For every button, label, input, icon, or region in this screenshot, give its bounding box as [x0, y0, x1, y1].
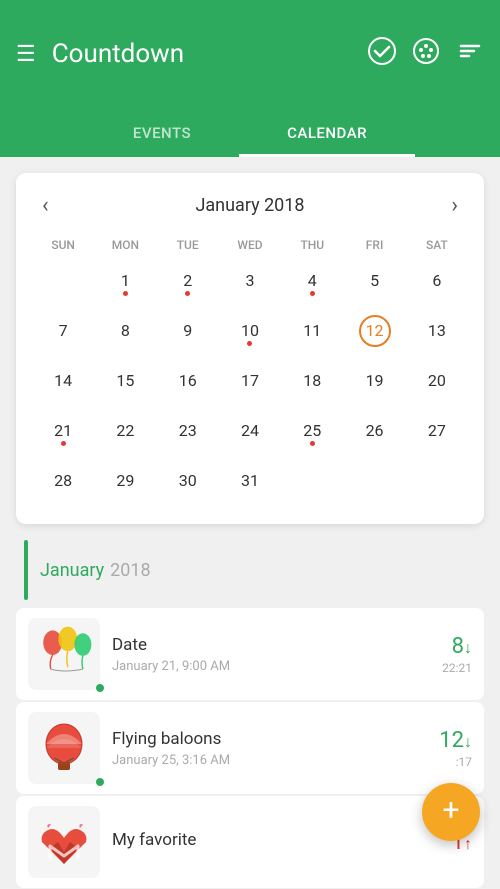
tab-events[interactable]: EVENTS — [85, 112, 239, 157]
calendar-cell — [406, 460, 468, 508]
calendar-cell[interactable]: 29 — [94, 460, 156, 508]
month-line — [24, 540, 28, 600]
event-count-num-date: 8↓ — [424, 634, 472, 659]
header: ☰ Countdown — [0, 0, 500, 112]
month-text: January — [40, 560, 104, 581]
calendar-grid: SUN MON TUE WED THU FRI SAT 123456789101… — [32, 234, 468, 508]
calendar-cell[interactable]: 2 — [157, 260, 219, 308]
tabs: EVENTS CALENDAR — [0, 112, 500, 157]
event-item-flying[interactable]: Flying baloons January 25, 3:16 AM 12↓ :… — [16, 702, 484, 794]
calendar-cell[interactable]: 30 — [157, 460, 219, 508]
calendar-cell[interactable]: 15 — [94, 360, 156, 408]
events-section: January 2018 Date January 21, 9:00 AM — [0, 540, 500, 888]
event-info-flying: Flying baloons January 25, 3:16 AM — [112, 729, 412, 768]
event-dot-2 — [96, 778, 104, 786]
event-item-date[interactable]: Date January 21, 9:00 AM 8↓ 22:21 — [16, 608, 484, 700]
day-label-tue: TUE — [157, 234, 219, 256]
app-title: Countdown — [52, 39, 352, 69]
calendar-day-labels: SUN MON TUE WED THU FRI SAT — [32, 234, 468, 256]
month-label: January 2018 — [16, 540, 484, 600]
calendar-cell[interactable]: 7 — [32, 310, 94, 358]
calendar-cell[interactable]: 12 — [343, 310, 405, 358]
palette-icon[interactable] — [412, 37, 440, 71]
calendar-cell — [343, 460, 405, 508]
calendar-event-dot — [123, 291, 128, 296]
calendar-cell[interactable]: 3 — [219, 260, 281, 308]
event-date-date: January 21, 9:00 AM — [112, 659, 412, 674]
calendar-cell[interactable]: 22 — [94, 410, 156, 458]
calendar-event-dot — [61, 441, 66, 446]
day-label-sun: SUN — [32, 234, 94, 256]
header-actions — [368, 37, 484, 71]
calendar-cell[interactable]: 14 — [32, 360, 94, 408]
menu-icon[interactable]: ☰ — [16, 42, 36, 67]
event-name-date: Date — [112, 635, 412, 655]
calendar-event-dot — [310, 441, 315, 446]
event-dot-1 — [96, 684, 104, 692]
month-name: January 2018 — [40, 560, 151, 581]
year-text: 2018 — [110, 560, 150, 581]
calendar-cell[interactable]: 4 — [281, 260, 343, 308]
plus-icon: + — [442, 796, 459, 826]
event-name-flying: Flying baloons — [112, 729, 412, 749]
calendar-cell[interactable]: 1 — [94, 260, 156, 308]
next-month-button[interactable]: › — [441, 189, 468, 222]
calendar-cell[interactable]: 5 — [343, 260, 405, 308]
calendar-cell[interactable]: 27 — [406, 410, 468, 458]
calendar-cell[interactable]: 13 — [406, 310, 468, 358]
prev-month-button[interactable]: ‹ — [32, 189, 59, 222]
calendar-cell[interactable]: 6 — [406, 260, 468, 308]
day-label-wed: WED — [219, 234, 281, 256]
calendar-event-dot — [247, 341, 252, 346]
event-info-date: Date January 21, 9:00 AM — [112, 635, 412, 674]
calendar-cell — [281, 460, 343, 508]
calendar-cell[interactable]: 9 — [157, 310, 219, 358]
calendar-cell[interactable]: 16 — [157, 360, 219, 408]
tab-calendar[interactable]: CALENDAR — [239, 112, 415, 157]
calendar-cell[interactable]: 25 — [281, 410, 343, 458]
calendar-card: ‹ January 2018 › SUN MON TUE WED THU FRI… — [16, 173, 484, 524]
day-label-sat: SAT — [406, 234, 468, 256]
calendar-title: January 2018 — [195, 195, 304, 216]
calendar-cell[interactable]: 18 — [281, 360, 343, 408]
day-label-mon: MON — [94, 234, 156, 256]
event-thumb-balloons — [28, 618, 100, 690]
event-name-favorite: My favorite — [112, 830, 412, 850]
sort-icon[interactable] — [456, 37, 484, 71]
day-label-thu: THU — [281, 234, 343, 256]
event-count-sub-flying: :17 — [424, 755, 472, 769]
event-info-favorite: My favorite — [112, 830, 412, 854]
calendar-cell[interactable]: 20 — [406, 360, 468, 408]
event-thumb-heart — [28, 806, 100, 878]
calendar-cell[interactable]: 11 — [281, 310, 343, 358]
calendar-cell[interactable]: 8 — [94, 310, 156, 358]
event-count-date: 8↓ 22:21 — [424, 634, 472, 675]
event-count-sub-date: 22:21 — [424, 661, 472, 675]
calendar-cell[interactable]: 23 — [157, 410, 219, 458]
event-thumb-hotair — [28, 712, 100, 784]
calendar-cell[interactable]: 21 — [32, 410, 94, 458]
calendar-cell — [32, 260, 94, 308]
calendar-cell[interactable]: 17 — [219, 360, 281, 408]
event-date-flying: January 25, 3:16 AM — [112, 753, 412, 768]
add-event-button[interactable]: + — [422, 783, 480, 841]
event-count-num-flying: 12↓ — [424, 728, 472, 753]
event-item-favorite[interactable]: My favorite 1↑ — [16, 796, 484, 888]
calendar-event-dot — [185, 291, 190, 296]
calendar-days: 1234567891011121314151617181920212223242… — [32, 260, 468, 508]
calendar-cell[interactable]: 26 — [343, 410, 405, 458]
calendar-cell[interactable]: 10 — [219, 310, 281, 358]
check-icon[interactable] — [368, 37, 396, 71]
calendar-cell[interactable]: 24 — [219, 410, 281, 458]
calendar-cell[interactable]: 31 — [219, 460, 281, 508]
calendar-cell[interactable]: 28 — [32, 460, 94, 508]
day-label-fri: FRI — [343, 234, 405, 256]
event-count-flying: 12↓ :17 — [424, 728, 472, 769]
calendar-cell[interactable]: 19 — [343, 360, 405, 408]
calendar-event-dot — [310, 291, 315, 296]
calendar-header: ‹ January 2018 › — [32, 189, 468, 222]
